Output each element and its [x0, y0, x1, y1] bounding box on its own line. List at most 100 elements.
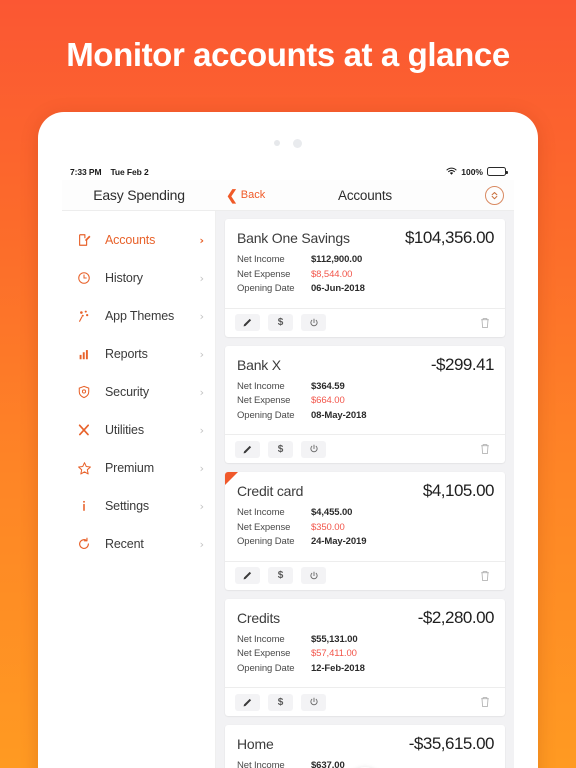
flag-corner-icon [225, 472, 238, 485]
chevron-right-icon: › [199, 537, 204, 551]
sidebar-item-label: App Themes [105, 309, 175, 323]
sidebar-item-label: Reports [105, 347, 148, 361]
sidebar-item-label: Premium [105, 461, 154, 475]
net-expense-row: Net Expense $664.00 [237, 395, 494, 406]
account-card-body: Bank X -$299.41 Net Income $364.59 Net E… [225, 346, 505, 435]
sidebar-item-utilities[interactable]: Utilities › [62, 411, 215, 449]
sidebar-item-app-themes[interactable]: App Themes › [62, 297, 215, 335]
net-expense-label: Net Expense [237, 268, 291, 280]
accounts-list[interactable]: Bank One Savings $104,356.00 Net Income … [216, 211, 514, 768]
sidebar-item-label: Settings [105, 499, 149, 513]
sidebar-item-label: Accounts [105, 233, 156, 247]
account-card[interactable]: Credits -$2,280.00 Net Income $55,131.00… [225, 598, 505, 716]
navbar-right-region: ❮ Back Accounts [216, 180, 514, 210]
dollar-icon[interactable]: $ [268, 567, 293, 584]
account-card-header: Credits -$2,280.00 [237, 608, 495, 628]
net-expense-label: Net Expense [237, 521, 291, 533]
net-income-label: Net Income [237, 380, 285, 392]
front-camera-icon [293, 138, 302, 148]
account-name: Home [237, 736, 274, 752]
account-card-actions: $ [225, 687, 505, 716]
sidebar-item-label: Utilities [105, 423, 144, 437]
account-balance: -$35,615.00 [408, 734, 495, 753]
net-income-label: Net Income [237, 633, 285, 645]
status-bar: 7:33 PM Tue Feb 2 100% [62, 163, 514, 180]
sidebar-menu: Accounts › History › App Themes › Report… [62, 211, 216, 768]
net-expense-row: Net Expense $350.00 [237, 522, 494, 533]
sidebar-item-premium[interactable]: Premium › [62, 449, 215, 487]
account-balance: $4,105.00 [422, 481, 495, 500]
opening-date-label: Opening Date [237, 283, 295, 294]
account-card[interactable]: Home -$35,615.00 Net Income $637.00 Net … [225, 725, 505, 768]
tools-icon [76, 422, 92, 438]
net-expense-label: Net Expense [237, 395, 291, 406]
sidebar-item-label: Security [105, 385, 149, 399]
account-card[interactable]: Credit card $4,105.00 Net Income $4,455.… [225, 472, 505, 590]
bar-chart-icon [76, 346, 92, 362]
dollar-icon[interactable]: $ [268, 440, 293, 458]
net-income-value: $4,455.00 [311, 507, 353, 518]
shield-icon [76, 384, 92, 400]
trash-icon[interactable] [476, 314, 494, 332]
status-right-group: 100% [446, 167, 508, 177]
power-icon[interactable] [301, 440, 326, 458]
device-sensors [38, 137, 538, 149]
account-card-actions: $ [225, 560, 505, 590]
net-expense-row: Net Expense $57,411.00 [237, 648, 494, 659]
sidebar-item-label: Recent [105, 537, 144, 551]
opening-date-label: Opening Date [237, 662, 295, 674]
net-income-label: Net Income [237, 507, 285, 518]
opening-date-row: Opening Date 24-May-2019 [237, 536, 494, 547]
pencil-icon[interactable] [235, 567, 260, 584]
status-time: 7:33 PM [70, 166, 102, 177]
chevron-right-icon: › [199, 423, 204, 437]
sidebar-item-reports[interactable]: Reports › [62, 335, 215, 373]
net-income-value: $637.00 [311, 760, 345, 768]
trash-icon[interactable] [476, 440, 494, 458]
account-name: Bank One Savings [237, 230, 350, 246]
opening-date-value: 06-Jun-2018 [311, 283, 365, 294]
dollar-icon[interactable]: $ [268, 314, 293, 331]
account-card-body: Bank One Savings $104,356.00 Net Income … [225, 219, 505, 308]
chevron-right-icon: › [199, 499, 204, 513]
pencil-icon[interactable] [235, 440, 260, 458]
net-income-value: $55,131.00 [311, 633, 358, 645]
chevron-right-icon: › [199, 385, 204, 399]
dollar-icon[interactable]: $ [268, 693, 293, 711]
account-card[interactable]: Bank X -$299.41 Net Income $364.59 Net E… [225, 345, 505, 463]
palette-icon [76, 308, 92, 324]
sidebar-item-settings[interactable]: Settings › [62, 487, 215, 525]
page-title: Monitor accounts at a glance [66, 36, 510, 73]
trash-icon[interactable] [476, 693, 494, 711]
opening-date-label: Opening Date [237, 536, 295, 547]
account-card-header: Bank X -$299.41 [237, 355, 495, 375]
pencil-icon[interactable] [235, 693, 260, 711]
power-icon[interactable] [301, 693, 326, 711]
chevron-left-icon: ❮ [226, 187, 238, 203]
wifi-icon [446, 167, 457, 175]
sidebar-item-label: History [105, 271, 143, 285]
power-icon[interactable] [301, 567, 326, 584]
net-income-row: Net Income $55,131.00 [237, 634, 494, 645]
sort-arrows-glyph [491, 191, 498, 199]
account-card[interactable]: Bank One Savings $104,356.00 Net Income … [225, 219, 505, 337]
account-card-body: Credits -$2,280.00 Net Income $55,131.00… [225, 599, 505, 688]
trash-icon[interactable] [476, 567, 494, 585]
sidebar-item-accounts[interactable]: Accounts › [62, 221, 215, 259]
sensor-dot-icon [274, 140, 280, 146]
sidebar-item-recent[interactable]: Recent › [62, 525, 215, 563]
net-income-value: $112,900.00 [311, 254, 363, 265]
net-income-label: Net Income [237, 254, 285, 265]
sidebar-item-history[interactable]: History › [62, 259, 215, 297]
power-icon[interactable] [301, 314, 326, 331]
pencil-icon[interactable] [235, 314, 260, 331]
info-icon [76, 498, 92, 514]
chevron-right-icon: › [199, 233, 204, 247]
back-button[interactable]: ❮ Back [226, 188, 265, 202]
chevron-right-icon: › [199, 309, 204, 323]
sort-updown-icon[interactable] [485, 185, 504, 205]
account-card-header: Home -$35,615.00 [237, 734, 495, 754]
battery-full-icon [487, 167, 508, 176]
sidebar-item-security[interactable]: Security › [62, 373, 215, 411]
net-expense-row: Net Expense $8,544.00 [237, 269, 494, 280]
